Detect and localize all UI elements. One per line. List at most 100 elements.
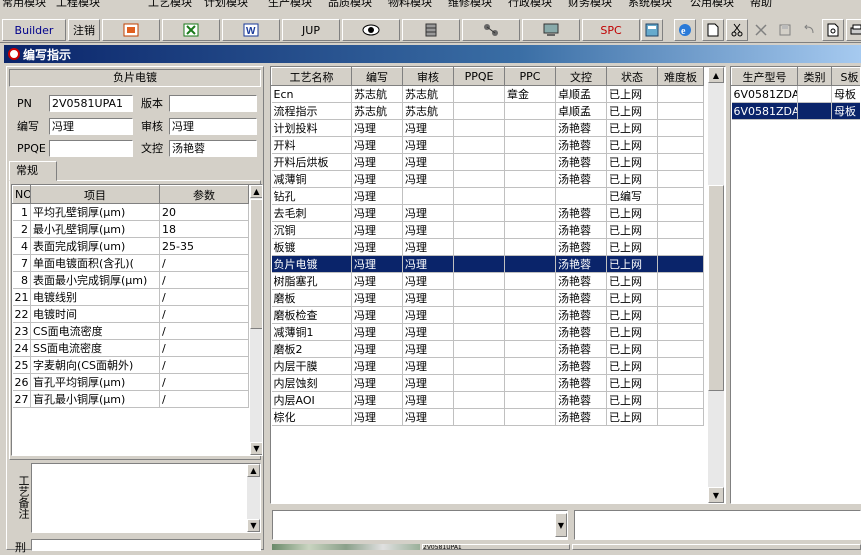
- ppqe-field[interactable]: [49, 140, 133, 157]
- menu-item[interactable]: 物料模块: [388, 0, 432, 7]
- process-row[interactable]: 流程指示苏志航苏志航卓顺孟已上网: [272, 103, 704, 120]
- menu-item[interactable]: 常用模块: [2, 0, 46, 7]
- process-column-header[interactable]: 工艺名称: [272, 68, 352, 86]
- process-column-header[interactable]: 文控: [556, 68, 607, 86]
- remark-textarea[interactable]: ▲ ▼: [31, 463, 261, 533]
- menu-item[interactable]: 生产模块: [268, 0, 312, 7]
- menu-item[interactable]: 工程模块: [56, 0, 100, 7]
- process-row[interactable]: 内层干膜冯理冯理汤艳蓉已上网: [272, 358, 704, 375]
- param-row[interactable]: 4表面完成铜厚(um)25-35: [13, 238, 249, 255]
- scroll-down-icon[interactable]: ▼: [708, 487, 724, 503]
- database-button[interactable]: [402, 19, 460, 41]
- process-row[interactable]: Ecn苏志航苏志航章金卓顺孟已上网: [272, 86, 704, 103]
- writer-field[interactable]: 冯理: [49, 118, 133, 135]
- menu-item[interactable]: 帮助: [750, 0, 772, 7]
- builder-button[interactable]: Builder: [2, 19, 66, 41]
- save-button[interactable]: [774, 19, 796, 41]
- wenkong-field[interactable]: 汤艳蓉: [169, 140, 257, 157]
- process-row[interactable]: 减薄铜冯理冯理汤艳蓉已上网: [272, 171, 704, 188]
- menu-item[interactable]: 行政模块: [508, 0, 552, 7]
- pn-field[interactable]: 2V0581UPA1: [49, 95, 133, 112]
- param-row[interactable]: 8表面最小完成铜厚(μm)/: [13, 272, 249, 289]
- process-column-header[interactable]: PPC: [505, 68, 556, 86]
- new-button[interactable]: [702, 19, 724, 41]
- process-scrollbar[interactable]: ▲ ▼: [708, 67, 724, 503]
- process-row[interactable]: 磨板检查冯理冯理汤艳蓉已上网: [272, 307, 704, 324]
- view-button[interactable]: [342, 19, 400, 41]
- spc-button[interactable]: SPC: [582, 19, 640, 41]
- param-row[interactable]: 22电镀时间/: [13, 306, 249, 323]
- network-button[interactable]: [462, 19, 520, 41]
- menu-item[interactable]: 品质模块: [328, 0, 372, 7]
- menu-item[interactable]: 维修模块: [448, 0, 492, 7]
- model-row[interactable]: 6V0581ZDA1母板: [732, 103, 861, 120]
- undo-button[interactable]: [798, 19, 820, 41]
- chevron-down-icon[interactable]: ▼: [555, 513, 567, 537]
- process-row[interactable]: 磨板2冯理冯理汤艳蓉已上网: [272, 341, 704, 358]
- process-column-header[interactable]: PPQE: [454, 68, 505, 86]
- process-row[interactable]: 沉铜冯理冯理汤艳蓉已上网: [272, 222, 704, 239]
- scroll-up-icon[interactable]: ▲: [708, 67, 724, 83]
- excel-button[interactable]: [162, 19, 220, 41]
- scroll-up-icon[interactable]: ▲: [247, 464, 260, 477]
- params-scrollbar[interactable]: ▲ ▼: [250, 185, 263, 455]
- powerpoint-button[interactable]: [102, 19, 160, 41]
- bottom-right-field[interactable]: [574, 510, 861, 540]
- menu-item[interactable]: 计划模块: [204, 0, 248, 7]
- param-row[interactable]: 21电镀线别/: [13, 289, 249, 306]
- model-row[interactable]: 6V0581ZDA0母板: [732, 86, 861, 103]
- scroll-down-icon[interactable]: ▼: [250, 442, 263, 455]
- param-row[interactable]: 1平均孔壁铜厚(μm)20: [13, 204, 249, 221]
- param-row[interactable]: 27盲孔最小铜厚(μm)/: [13, 391, 249, 408]
- computer-button[interactable]: [522, 19, 580, 41]
- cut-button[interactable]: [726, 19, 748, 41]
- bottom-field[interactable]: [31, 539, 261, 551]
- model-column-header[interactable]: 生产型号: [732, 68, 798, 86]
- preview-button[interactable]: [822, 19, 844, 41]
- param-row[interactable]: 23CS面电流密度/: [13, 323, 249, 340]
- bottom-dropdown[interactable]: ▼: [272, 510, 568, 540]
- process-column-header[interactable]: 状态: [607, 68, 658, 86]
- print-button[interactable]: [846, 19, 861, 41]
- process-row[interactable]: 内层AOI冯理冯理汤艳蓉已上网: [272, 392, 704, 409]
- process-row[interactable]: 减薄铜1冯理冯理汤艳蓉已上网: [272, 324, 704, 341]
- process-row[interactable]: 开料冯理冯理汤艳蓉已上网: [272, 137, 704, 154]
- process-row[interactable]: 磨板冯理冯理汤艳蓉已上网: [272, 290, 704, 307]
- word-button[interactable]: W: [222, 19, 280, 41]
- process-row[interactable]: 棕化冯理冯理汤艳蓉已上网: [272, 409, 704, 426]
- scroll-down-icon[interactable]: ▼: [247, 519, 260, 532]
- menu-item[interactable]: 工艺模块: [148, 0, 192, 7]
- process-row[interactable]: 树脂塞孔冯理冯理汤艳蓉已上网: [272, 273, 704, 290]
- param-row[interactable]: 2最小孔壁铜厚(μm)18: [13, 221, 249, 238]
- calculator-button[interactable]: [641, 19, 663, 41]
- jup-button[interactable]: JUP: [282, 19, 340, 41]
- process-row[interactable]: 计划投料冯理冯理汤艳蓉已上网: [272, 120, 704, 137]
- menu-item[interactable]: 公用模块: [690, 0, 734, 7]
- process-row[interactable]: 负片电镀冯理冯理汤艳蓉已上网: [272, 256, 704, 273]
- process-row[interactable]: 钻孔冯理已编写: [272, 188, 704, 205]
- process-column-header[interactable]: 编写: [352, 68, 403, 86]
- ie-button[interactable]: e: [674, 19, 696, 41]
- remark-scrollbar[interactable]: ▲ ▼: [247, 464, 260, 532]
- param-column-header[interactable]: NO: [13, 186, 31, 204]
- process-column-header[interactable]: 审核: [403, 68, 454, 86]
- tab-general[interactable]: 常规: [9, 161, 57, 181]
- param-row[interactable]: 25字麦朝向(CS面朝外)/: [13, 357, 249, 374]
- model-column-header[interactable]: S板: [832, 68, 861, 86]
- scroll-thumb[interactable]: [708, 185, 724, 391]
- menu-item[interactable]: 财务模块: [568, 0, 612, 7]
- reviewer-field[interactable]: 冯理: [169, 118, 257, 135]
- model-column-header[interactable]: 类别: [798, 68, 832, 86]
- process-row[interactable]: 开料后烘板冯理冯理汤艳蓉已上网: [272, 154, 704, 171]
- scroll-thumb[interactable]: [250, 199, 263, 329]
- param-row[interactable]: 7单面电镀面积(含孔)(/: [13, 255, 249, 272]
- param-column-header[interactable]: 项目: [31, 186, 160, 204]
- param-row[interactable]: 26盲孔平均铜厚(μm)/: [13, 374, 249, 391]
- scroll-up-icon[interactable]: ▲: [250, 185, 263, 198]
- delete-button[interactable]: [750, 19, 772, 41]
- process-row[interactable]: 板镀冯理冯理汤艳蓉已上网: [272, 239, 704, 256]
- menu-item[interactable]: 系统模块: [628, 0, 672, 7]
- process-row[interactable]: 内层蚀刻冯理冯理汤艳蓉已上网: [272, 375, 704, 392]
- version-field[interactable]: [169, 95, 257, 112]
- process-column-header[interactable]: 难度板: [658, 68, 704, 86]
